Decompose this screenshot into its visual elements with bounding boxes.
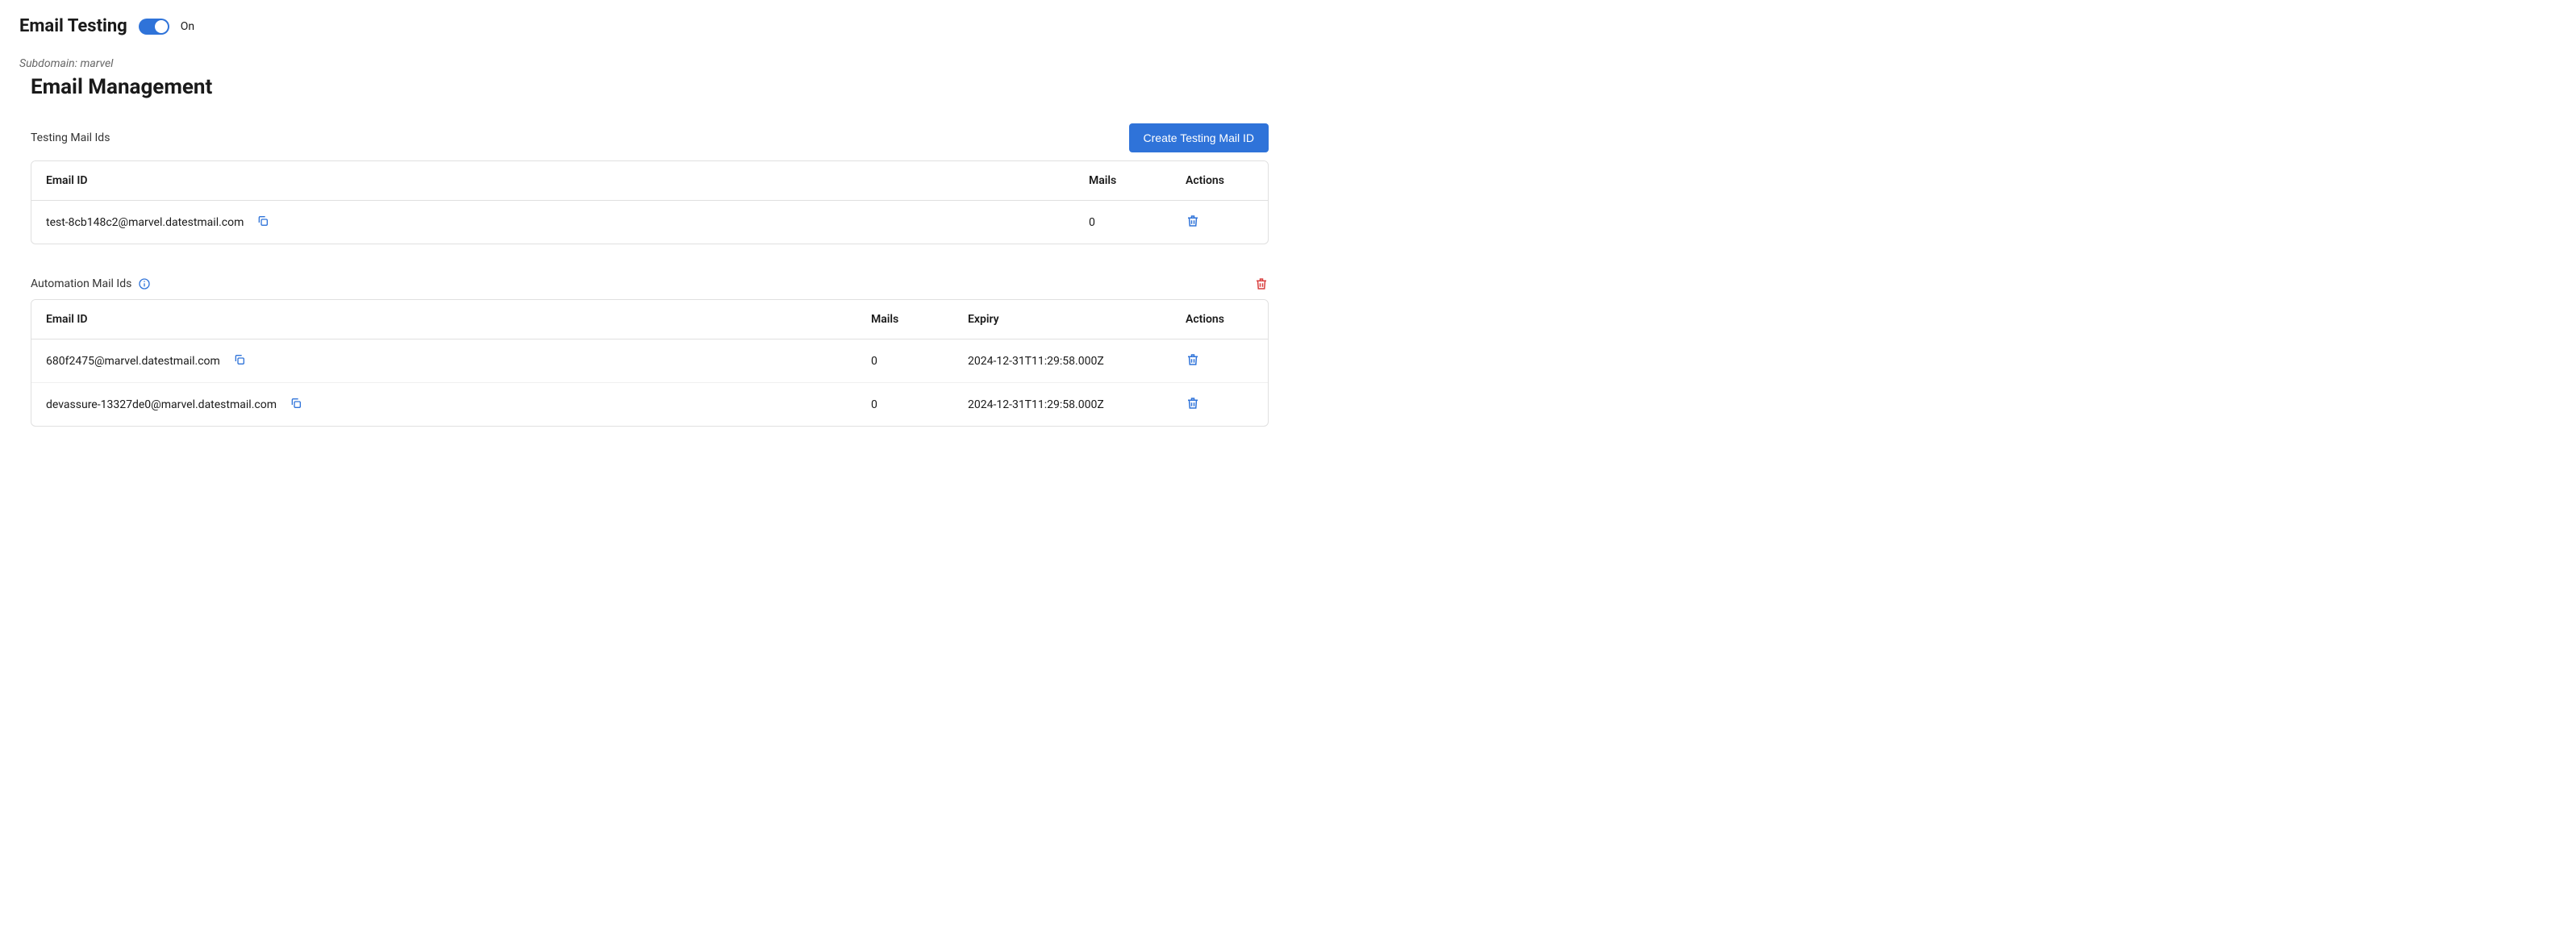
create-testing-mail-id-button[interactable]: Create Testing Mail ID (1129, 123, 1269, 152)
col-email: Email ID (31, 161, 1074, 201)
trash-icon (1186, 396, 1200, 413)
table-header-row: Email ID Mails Actions (31, 161, 1268, 201)
col-expiry: Expiry (953, 300, 1171, 340)
email-id-text: test-8cb148c2@marvel.datestmail.com (46, 216, 244, 229)
col-mails: Mails (1074, 161, 1171, 201)
testing-mail-table: Email ID Mails Actions test-8cb148c2@mar… (31, 160, 1269, 244)
trash-icon (1254, 277, 1269, 291)
col-actions: Actions (1171, 300, 1268, 340)
copy-icon (256, 215, 269, 230)
automation-mail-table: Email ID Mails Expiry Actions 680f2475@m… (31, 299, 1269, 427)
delete-email-button[interactable] (1186, 352, 1200, 369)
automation-section-header: Automation Mail Ids (31, 277, 1269, 291)
trash-icon (1186, 214, 1200, 231)
copy-email-button[interactable] (233, 353, 246, 369)
subdomain-text: Subdomain: marvel (19, 57, 1269, 70)
email-id-text: 680f2475@marvel.datestmail.com (46, 355, 220, 368)
table-row: 680f2475@marvel.datestmail.com 0 2024-12… (31, 340, 1268, 382)
table-row: test-8cb148c2@marvel.datestmail.com 0 (31, 201, 1268, 244)
testing-section-title: Testing Mail Ids (31, 131, 110, 144)
col-email: Email ID (31, 300, 857, 340)
testing-section-header: Testing Mail Ids Create Testing Mail ID (31, 123, 1269, 152)
trash-icon (1186, 352, 1200, 369)
copy-email-button[interactable] (290, 397, 302, 412)
delete-all-automation-button[interactable] (1254, 277, 1269, 291)
info-icon[interactable] (138, 277, 151, 290)
mails-count: 0 (1074, 201, 1171, 244)
table-header-row: Email ID Mails Expiry Actions (31, 300, 1268, 340)
email-id-text: devassure-13327de0@marvel.datestmail.com (46, 398, 277, 411)
copy-icon (290, 397, 302, 412)
delete-email-button[interactable] (1186, 396, 1200, 413)
mails-count: 0 (857, 382, 953, 426)
table-row: devassure-13327de0@marvel.datestmail.com… (31, 382, 1268, 426)
copy-email-button[interactable] (256, 215, 269, 230)
expiry-value: 2024-12-31T11:29:58.000Z (953, 382, 1171, 426)
col-actions: Actions (1171, 161, 1268, 201)
automation-section-title: Automation Mail Ids (31, 277, 131, 290)
page-header: Email Testing On (19, 16, 1269, 36)
copy-icon (233, 353, 246, 369)
toggle-state-label: On (181, 20, 194, 33)
expiry-value: 2024-12-31T11:29:58.000Z (953, 340, 1171, 382)
page-title: Email Management (31, 75, 1269, 99)
mails-count: 0 (857, 340, 953, 382)
delete-email-button[interactable] (1186, 214, 1200, 231)
col-mails: Mails (857, 300, 953, 340)
feature-title: Email Testing (19, 16, 127, 36)
email-testing-toggle[interactable] (139, 19, 169, 35)
